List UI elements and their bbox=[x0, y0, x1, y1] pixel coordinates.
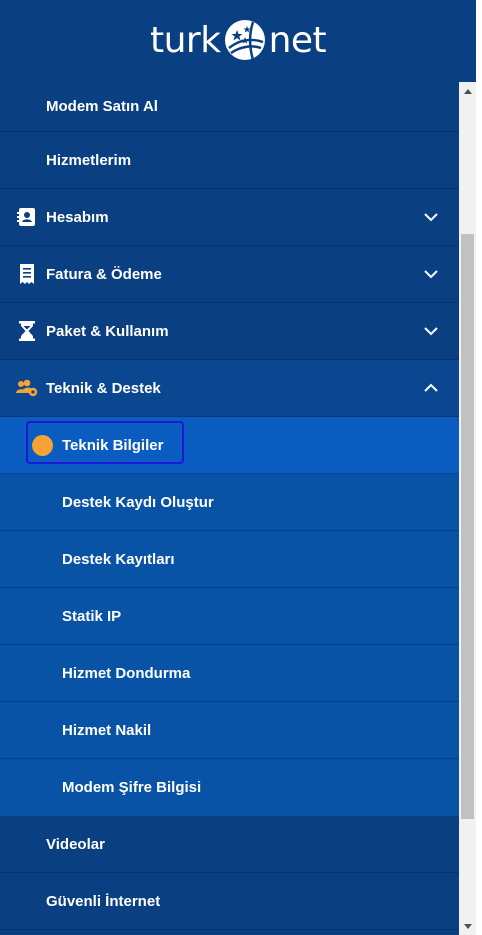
app-shell: turk net Modem Satın Al Hizmetlerim Hesa… bbox=[0, 0, 482, 935]
menu-item-fatura-odeme[interactable]: Fatura & Ödeme bbox=[0, 246, 459, 303]
submenu-item-modem-sifre-bilgisi[interactable]: Modem Şifre Bilgisi bbox=[0, 759, 459, 816]
submenu-teknik-destek: Teknik Bilgiler Destek Kaydı Oluştur Des… bbox=[0, 417, 459, 816]
scroll-up-arrow-icon[interactable] bbox=[459, 82, 476, 99]
menu-item-label: Modem Satın Al bbox=[46, 98, 158, 115]
contact-book-icon bbox=[16, 206, 38, 228]
submenu-item-hizmet-nakil[interactable]: Hizmet Nakil bbox=[0, 702, 459, 759]
chevron-down-icon[interactable] bbox=[421, 264, 441, 284]
submenu-item-destek-kaydi-olustur[interactable]: Destek Kaydı Oluştur bbox=[0, 474, 459, 531]
submenu-item-label: Hizmet Nakil bbox=[62, 721, 152, 739]
submenu-item-label: Modem Şifre Bilgisi bbox=[62, 779, 202, 796]
submenu-item-label: Destek Kaydı Oluştur bbox=[62, 493, 214, 511]
submenu-item-label: Teknik Bilgiler bbox=[62, 436, 164, 454]
chevron-up-icon[interactable] bbox=[421, 378, 441, 398]
scrollbar-thumb[interactable] bbox=[461, 234, 474, 819]
menu-item-hizmetlerim[interactable]: Hizmetlerim bbox=[0, 132, 459, 189]
submenu-item-label: Destek Kayıtları bbox=[62, 550, 175, 568]
menu-item-modem-satin-al[interactable]: Modem Satın Al bbox=[0, 82, 459, 132]
submenu-item-teknik-bilgiler[interactable]: Teknik Bilgiler bbox=[0, 417, 459, 474]
sidebar-menu: Modem Satın Al Hizmetlerim Hesabım Fatur… bbox=[0, 82, 459, 935]
chevron-down-icon[interactable] bbox=[421, 207, 441, 227]
menu-item-teknik-destek[interactable]: Teknik & Destek bbox=[0, 360, 459, 417]
chevron-down-icon[interactable] bbox=[421, 321, 441, 341]
window-edge bbox=[476, 0, 482, 935]
hourglass-icon bbox=[16, 320, 38, 342]
active-dot-icon bbox=[32, 434, 53, 456]
header: turk net bbox=[0, 0, 476, 82]
menu-item-label: Fatura & Ödeme bbox=[46, 265, 162, 283]
logo-text-turk: turk bbox=[150, 19, 221, 61]
submenu-item-statik-ip[interactable]: Statik IP bbox=[0, 588, 459, 645]
submenu-item-label: Statik IP bbox=[62, 607, 122, 625]
menu-item-guvenli-internet[interactable]: Güvenli İnternet bbox=[0, 873, 459, 930]
scroll-down-arrow-icon[interactable] bbox=[459, 918, 476, 935]
logo-text-net: net bbox=[268, 19, 327, 61]
menu-item-label: Videolar bbox=[46, 835, 105, 853]
menu-item-paket-kullanim[interactable]: Paket & Kullanım bbox=[0, 303, 459, 360]
submenu-item-hizmet-dondurma[interactable]: Hizmet Dondurma bbox=[0, 645, 459, 702]
menu-item-label: Teknik & Destek bbox=[46, 379, 161, 397]
menu-item-videolar[interactable]: Videolar bbox=[0, 816, 459, 873]
menu-item-label: Paket & Kullanım bbox=[46, 322, 169, 340]
scrollbar[interactable] bbox=[459, 82, 476, 935]
users-gear-icon bbox=[16, 377, 38, 399]
menu-item-hesabim[interactable]: Hesabım bbox=[0, 189, 459, 246]
submenu-item-label: Hizmet Dondurma bbox=[62, 664, 191, 682]
menu-item-label: Güvenli İnternet bbox=[46, 892, 161, 910]
submenu-item-destek-kayitlari[interactable]: Destek Kayıtları bbox=[0, 531, 459, 588]
receipt-icon bbox=[16, 263, 38, 285]
globe-logo-icon bbox=[224, 20, 265, 61]
menu-item-label: Hizmetlerim bbox=[46, 151, 132, 169]
menu-item-label: Hesabım bbox=[46, 208, 109, 226]
turknet-logo[interactable]: turk net bbox=[150, 14, 327, 66]
